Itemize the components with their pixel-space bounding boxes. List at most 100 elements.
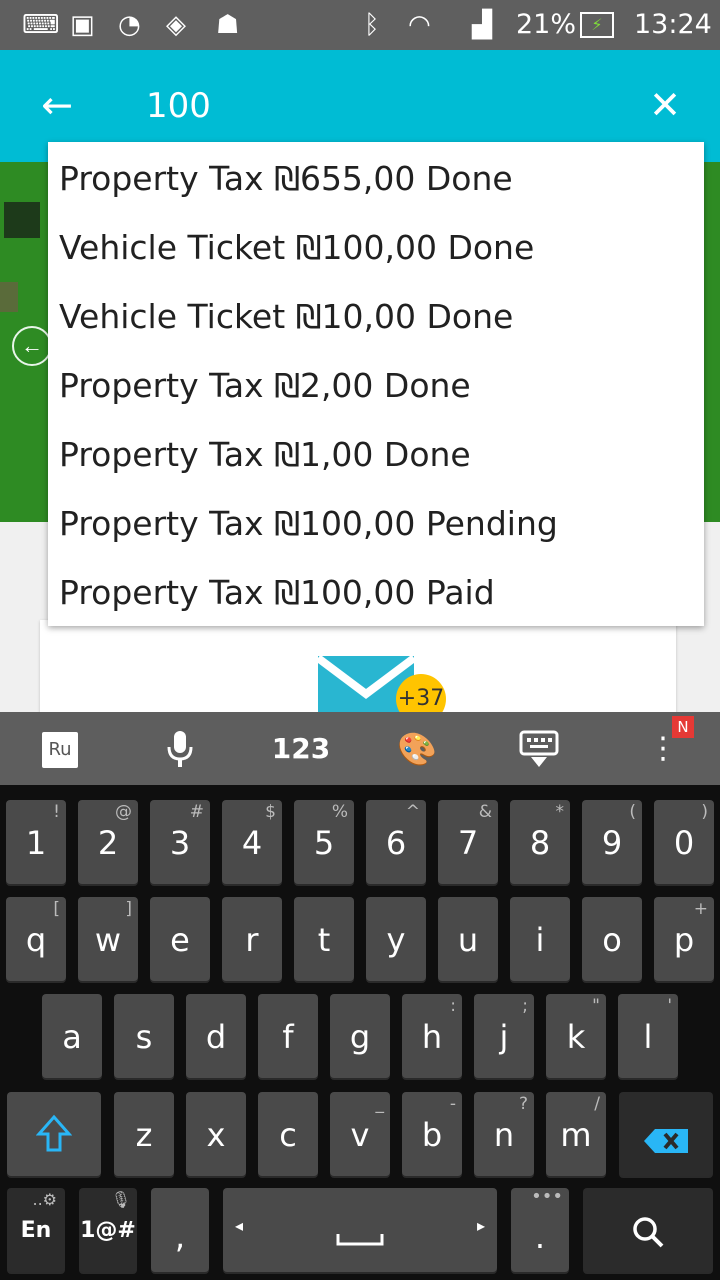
- key-k[interactable]: " k: [546, 994, 606, 1078]
- key-label: 1: [25, 824, 47, 862]
- space-key[interactable]: ◂ ▸: [223, 1188, 497, 1272]
- key-label: t: [317, 921, 331, 959]
- key-m[interactable]: / m: [546, 1092, 606, 1176]
- key-label: s: [135, 1018, 153, 1056]
- key-n[interactable]: ? n: [474, 1092, 534, 1176]
- key-i[interactable]: i: [510, 897, 570, 981]
- key-p[interactable]: + p: [654, 897, 714, 981]
- carousel-image-detail: [0, 282, 18, 312]
- key-hint: $: [265, 802, 276, 822]
- clear-search-icon[interactable]: ✕: [640, 80, 690, 130]
- key-label: q: [25, 921, 47, 959]
- suggestion-item[interactable]: Property Tax ₪100,00 Pending: [48, 489, 704, 558]
- key-hint: :: [450, 996, 456, 1016]
- key-label: b: [421, 1116, 443, 1154]
- key-q[interactable]: [q: [6, 897, 66, 981]
- key-r[interactable]: r: [222, 897, 282, 981]
- key-label: a: [62, 1018, 82, 1056]
- key-g[interactable]: g: [330, 994, 390, 1078]
- key-8[interactable]: * 8: [510, 800, 570, 884]
- key-l[interactable]: ' l: [618, 994, 678, 1078]
- suggestion-item[interactable]: Property Tax ₪2,00 Done: [48, 351, 704, 420]
- key-7[interactable]: & 7: [438, 800, 498, 884]
- more-options-icon[interactable]: ⋮: [648, 726, 678, 772]
- key-2[interactable]: @2: [78, 800, 138, 884]
- key-x[interactable]: x: [186, 1092, 246, 1176]
- clock: 13:24: [634, 9, 712, 40]
- cursor-left-icon: ◂: [235, 1218, 244, 1235]
- key-u[interactable]: u: [438, 897, 498, 981]
- language-switch-button[interactable]: Ru: [42, 732, 78, 768]
- key-s[interactable]: s: [114, 994, 174, 1078]
- key-f[interactable]: f: [258, 994, 318, 1078]
- numbers-button[interactable]: 123: [266, 726, 336, 772]
- suggestion-item[interactable]: Property Tax ₪655,00 Done: [48, 144, 704, 213]
- key-h[interactable]: :h: [402, 994, 462, 1078]
- period-key[interactable]: ••• .: [511, 1186, 569, 1272]
- palette-icon[interactable]: 🎨: [394, 726, 440, 772]
- key-o[interactable]: o: [582, 897, 642, 981]
- key-4[interactable]: $4: [222, 800, 282, 884]
- search-input[interactable]: 100: [146, 80, 211, 132]
- key-b[interactable]: -b: [402, 1092, 462, 1176]
- suggestion-item[interactable]: Vehicle Ticket ₪10,00 Done: [48, 282, 704, 351]
- search-key[interactable]: [583, 1188, 713, 1272]
- key-label: k: [566, 1018, 586, 1056]
- key-label: j: [499, 1018, 509, 1056]
- key-hint: &: [478, 802, 492, 822]
- key-1[interactable]: ! 1: [6, 800, 66, 884]
- suggestion-label: Property Tax ₪1,00 Done: [59, 435, 471, 474]
- key-label: l: [643, 1018, 653, 1056]
- back-arrow-icon[interactable]: ←: [32, 80, 82, 130]
- keyboard-icon: ⌨: [22, 10, 60, 40]
- key-hint: /: [594, 1094, 600, 1114]
- key-hint: ': [667, 996, 672, 1016]
- key-v[interactable]: _ v: [330, 1092, 390, 1176]
- key-y[interactable]: y: [366, 897, 426, 981]
- key-d[interactable]: d: [186, 994, 246, 1078]
- cursor-right-icon: ▸: [476, 1218, 485, 1235]
- suggestion-item[interactable]: Vehicle Ticket ₪100,00 Done: [48, 213, 704, 282]
- key-label: 2: [97, 824, 119, 862]
- microphone-icon[interactable]: [158, 726, 202, 772]
- comma-key[interactable]: ,: [151, 1188, 209, 1272]
- key-j[interactable]: ; j: [474, 994, 534, 1078]
- hide-keyboard-icon[interactable]: [516, 726, 562, 772]
- language-key[interactable]: ..⚙ En: [7, 1188, 65, 1272]
- key-5[interactable]: % 5: [294, 800, 354, 884]
- key-w[interactable]: ] w: [78, 897, 138, 981]
- key-label: v: [350, 1116, 370, 1154]
- key-label: f: [282, 1018, 294, 1056]
- key-hint: -: [449, 1094, 456, 1114]
- status-bar: ⌨ ▣ ◔ ◈ ☗ ᛒ ◠ ▟ 21% ⚡ 13:24: [0, 0, 720, 50]
- key-6[interactable]: ^ 6: [366, 800, 426, 884]
- key-hint: ]: [125, 899, 132, 919]
- key-a[interactable]: a: [42, 994, 102, 1078]
- key-label: g: [349, 1018, 371, 1056]
- backspace-icon: [644, 1129, 688, 1153]
- android-icon: ☗: [216, 10, 240, 40]
- suggestion-item[interactable]: Property Tax ₪1,00 Done: [48, 420, 704, 489]
- symbols-key[interactable]: 🎙 1@#: [79, 1188, 137, 1272]
- key-z[interactable]: z: [114, 1092, 174, 1176]
- key-c[interactable]: c: [258, 1092, 318, 1176]
- key-3[interactable]: #3: [150, 800, 210, 884]
- carousel-prev-icon[interactable]: ←: [12, 326, 52, 366]
- suggestion-label: Property Tax ₪100,00 Pending: [59, 504, 558, 543]
- carousel-edge: [704, 162, 720, 522]
- shift-key[interactable]: [7, 1092, 101, 1176]
- key-label: 3: [169, 824, 191, 862]
- suggestion-item[interactable]: Property Tax ₪100,00 Paid: [48, 558, 704, 627]
- key-label: y: [386, 921, 406, 959]
- key-t[interactable]: t: [294, 897, 354, 981]
- bluetooth-icon: ᛒ: [364, 10, 380, 40]
- key-label: w: [94, 921, 122, 959]
- speed-icon: ◔: [118, 10, 141, 40]
- key-e[interactable]: e: [150, 897, 210, 981]
- keyboard: ! 1 @2 #3 $4% 5 ^ 6 & 7 * 8(9) 0 [q] w e r t y u i o + p a sdf g…: [0, 785, 720, 1280]
- backspace-key[interactable]: [619, 1092, 713, 1176]
- key-9[interactable]: (9: [582, 800, 642, 884]
- key-0[interactable]: ) 0: [654, 800, 714, 884]
- key-hint: (: [629, 802, 636, 822]
- key-label: p: [673, 921, 695, 959]
